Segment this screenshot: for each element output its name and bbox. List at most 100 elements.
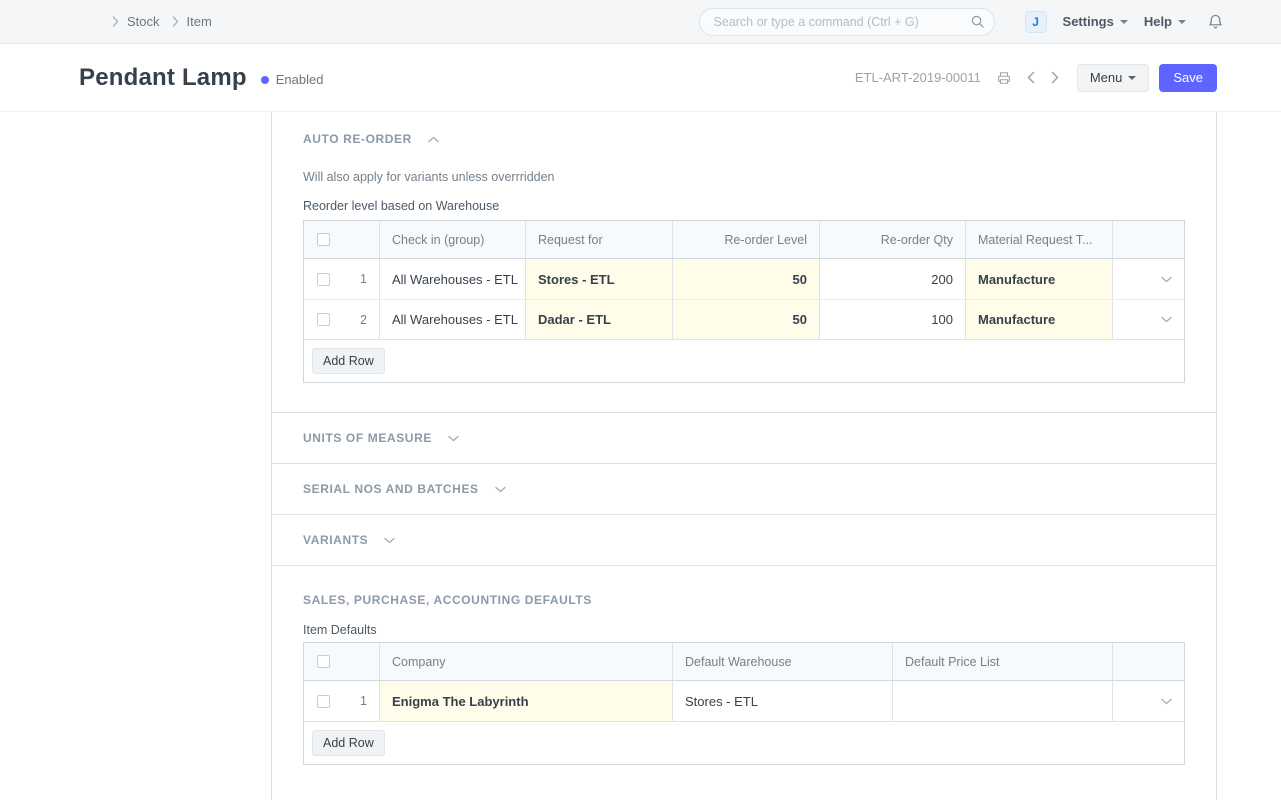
row-expand-chevron-icon[interactable]	[1112, 681, 1184, 721]
cell-default-price-list[interactable]	[892, 681, 1112, 721]
cell-reorder-qty[interactable]: 200	[819, 259, 965, 299]
avatar[interactable]: J	[1024, 10, 1047, 33]
section-units-of-measure[interactable]: UNITS OF MEASURE	[272, 413, 1216, 464]
section-serial-nos-and-batches[interactable]: SERIAL NOS AND BATCHES	[272, 464, 1216, 515]
chevron-right-icon	[172, 16, 179, 27]
section-defaults: SALES, PURCHASE, ACCOUNTING DEFAULTS Ite…	[272, 566, 1216, 794]
section-auto-reorder: AUTO RE-ORDER Will also apply for varian…	[272, 112, 1216, 413]
column-header: Default Warehouse	[672, 643, 892, 680]
cell-reorder-level[interactable]: 50	[672, 300, 819, 339]
grid-row: 1 Enigma The Labyrinth Stores - ETL	[304, 681, 1184, 721]
grid-row: 1 All Warehouses - ETL Stores - ETL 50 2…	[304, 259, 1184, 299]
column-header: Check in (group)	[379, 221, 525, 258]
grid-label: Reorder level based on Warehouse	[303, 199, 500, 213]
header-select-cell	[304, 643, 379, 680]
cell-material-request-type[interactable]: Manufacture	[965, 259, 1112, 299]
breadcrumb-item[interactable]: Item	[187, 14, 212, 29]
row-index: 2	[360, 312, 367, 327]
row-index: 1	[360, 272, 367, 286]
section-toggle-defaults[interactable]: SALES, PURCHASE, ACCOUNTING DEFAULTS	[303, 593, 1185, 607]
search-icon	[971, 15, 984, 31]
reorder-grid: Check in (group) Request for Re-order Le…	[303, 220, 1185, 383]
help-menu[interactable]: Help	[1144, 14, 1186, 29]
row-select-cell: 2	[304, 300, 379, 339]
cell-check-in[interactable]: All Warehouses - ETL	[379, 259, 525, 299]
select-all-checkbox[interactable]	[317, 655, 330, 668]
section-title: AUTO RE-ORDER	[303, 132, 412, 146]
caret-down-icon	[1128, 75, 1137, 80]
grid-header-row: Check in (group) Request for Re-order Le…	[304, 221, 1184, 259]
column-header: Material Request T...	[965, 221, 1112, 258]
save-button[interactable]: Save	[1159, 63, 1217, 92]
page-head: Pendant Lamp Enabled ETL-ART-2019-00011 …	[0, 44, 1281, 112]
add-row-button[interactable]: Add Row	[312, 348, 385, 374]
print-icon[interactable]	[997, 71, 1011, 85]
settings-menu[interactable]: Settings	[1063, 14, 1128, 29]
cell-reorder-qty[interactable]: 100	[819, 300, 965, 339]
form-layout: AUTO RE-ORDER Will also apply for varian…	[271, 112, 1217, 800]
cell-request-for[interactable]: Stores - ETL	[525, 259, 672, 299]
settings-label: Settings	[1062, 14, 1114, 29]
grid-header-row: Company Default Warehouse Default Price …	[304, 643, 1184, 681]
global-search	[698, 7, 995, 36]
grid-label: Item Defaults	[303, 623, 377, 637]
page-title: Pendant Lamp	[79, 63, 247, 91]
document-id: ETL-ART-2019-00011	[854, 70, 981, 85]
status-dot	[260, 75, 269, 84]
status-text: Enabled	[275, 72, 324, 87]
section-toggle-auto-reorder[interactable]: AUTO RE-ORDER	[303, 132, 1185, 146]
caret-down-icon	[1178, 19, 1186, 24]
breadcrumb: Stock Item	[112, 14, 212, 29]
prev-document-icon[interactable]	[1027, 71, 1035, 84]
section-title: VARIANTS	[303, 533, 369, 547]
menu-button[interactable]: Menu	[1076, 63, 1150, 92]
chevron-down-icon	[494, 486, 506, 493]
search-input[interactable]	[698, 7, 995, 36]
column-header: Default Price List	[892, 643, 1112, 680]
row-checkbox[interactable]	[317, 313, 330, 326]
notifications-bell-icon[interactable]	[1208, 14, 1223, 30]
column-header: Request for	[525, 221, 672, 258]
header-select-cell	[304, 221, 379, 258]
add-row-button[interactable]: Add Row	[312, 730, 385, 756]
chevron-up-icon	[428, 136, 439, 143]
select-all-checkbox[interactable]	[317, 233, 330, 246]
header-edit-cell	[1112, 221, 1184, 258]
section-title: SERIAL NOS AND BATCHES	[303, 482, 479, 496]
row-checkbox[interactable]	[317, 694, 330, 708]
section-note: Will also apply for variants unless over…	[303, 170, 555, 184]
grid-footer: Add Row	[304, 721, 1184, 764]
status-indicator: Enabled	[260, 72, 324, 87]
section-title: UNITS OF MEASURE	[303, 431, 432, 445]
column-header: Re-order Qty	[819, 221, 965, 258]
row-checkbox[interactable]	[317, 272, 330, 286]
row-index: 1	[360, 694, 367, 708]
chevron-down-icon	[448, 435, 459, 442]
cell-reorder-level[interactable]: 50	[672, 259, 819, 299]
help-label: Help	[1143, 14, 1172, 29]
cell-check-in[interactable]: All Warehouses - ETL	[379, 300, 525, 339]
column-header: Re-order Level	[672, 221, 819, 258]
row-expand-chevron-icon[interactable]	[1112, 259, 1184, 299]
cell-request-for[interactable]: Dadar - ETL	[525, 300, 672, 339]
next-document-icon[interactable]	[1051, 71, 1059, 84]
cell-default-warehouse[interactable]: Stores - ETL	[672, 681, 892, 721]
row-expand-chevron-icon[interactable]	[1112, 300, 1184, 339]
chevron-right-icon	[112, 16, 119, 27]
section-variants[interactable]: VARIANTS	[272, 515, 1216, 566]
caret-down-icon	[1119, 19, 1128, 24]
header-edit-cell	[1112, 643, 1184, 680]
item-defaults-grid: Company Default Warehouse Default Price …	[303, 642, 1185, 765]
cell-company[interactable]: Enigma The Labyrinth	[379, 681, 672, 721]
breadcrumb-stock[interactable]: Stock	[127, 14, 160, 29]
column-header: Company	[379, 643, 672, 680]
grid-row: 2 All Warehouses - ETL Dadar - ETL 50 10…	[304, 299, 1184, 339]
navbar: Stock Item J Settings Help	[0, 0, 1281, 44]
row-select-cell: 1	[304, 681, 379, 721]
grid-footer: Add Row	[304, 339, 1184, 382]
row-select-cell: 1	[304, 259, 379, 299]
chevron-down-icon	[384, 537, 395, 544]
section-title: SALES, PURCHASE, ACCOUNTING DEFAULTS	[303, 593, 592, 607]
menu-button-label: Menu	[1089, 70, 1123, 85]
cell-material-request-type[interactable]: Manufacture	[965, 300, 1112, 339]
